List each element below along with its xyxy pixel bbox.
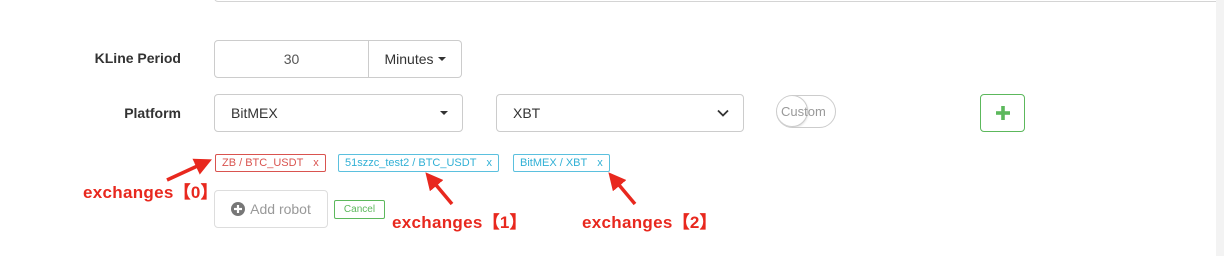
annotation-label: exchanges【0】 [83, 183, 218, 202]
annotation-arrow [608, 172, 637, 206]
annotation-label: exchanges【2】 [582, 213, 717, 232]
annotation-arrow [425, 172, 454, 206]
annotation-label: exchanges【1】 [392, 213, 527, 232]
